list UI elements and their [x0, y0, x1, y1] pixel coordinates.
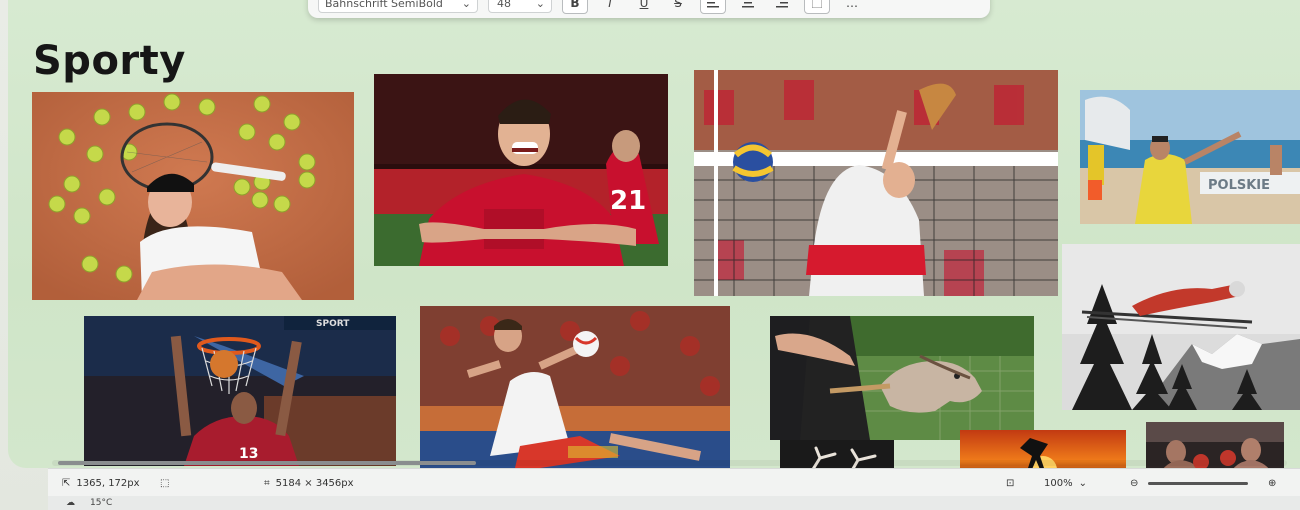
svg-text:21: 21	[610, 186, 646, 216]
beach-volleyball-image: POLSKIE	[1080, 90, 1300, 224]
align-left-icon	[707, 2, 719, 8]
bold-button[interactable]: B	[562, 0, 588, 14]
fit-to-window-button[interactable]: ⊡	[1006, 478, 1014, 489]
scrollbar-thumb[interactable]	[58, 461, 476, 465]
cursor-position: 1365, 172px	[76, 477, 140, 489]
hobby-horse-image	[770, 316, 1034, 440]
weather-icon: ☁	[66, 498, 75, 508]
zoom-value: 100%	[1044, 477, 1073, 489]
ski-jump-image	[1062, 244, 1300, 410]
football-image: 21	[374, 74, 668, 266]
svg-text:SPORT: SPORT	[316, 319, 350, 329]
photo-ski-jump[interactable]	[1062, 244, 1300, 410]
cursor-position-group: ⇱ 1365, 172px	[62, 478, 140, 489]
fit-icon: ⊡	[1006, 477, 1015, 489]
font-family-dropdown[interactable]: Bahnschrift SemiBold ⌄	[318, 0, 478, 13]
status-bar: ⇱ 1365, 172px ⬚ ⌗ 5184 × 3456px ⊡ 100% ⌄…	[48, 468, 1300, 497]
strike-label: S	[674, 0, 682, 10]
zoom-dropdown[interactable]: 100% ⌄	[1044, 478, 1087, 489]
temperature: 15°C	[90, 498, 113, 508]
font-size-dropdown[interactable]: 48 ⌄	[488, 0, 552, 13]
zoom-out-button[interactable]: ⊖	[1130, 478, 1138, 489]
photo-basketball[interactable]: SPORT 13	[84, 316, 396, 466]
photo-volleyball[interactable]	[694, 70, 1058, 296]
photo-handball[interactable]	[420, 306, 730, 468]
underline-button[interactable]: U	[632, 0, 656, 13]
photo-football[interactable]: 21	[374, 74, 668, 266]
volleyball-image	[694, 70, 1058, 296]
bold-label: B	[570, 0, 580, 10]
chevron-down-icon: ⌄	[461, 0, 471, 10]
crop-icon: ⌗	[264, 477, 270, 489]
polskie-banner: POLSKIE	[1208, 178, 1270, 193]
handball-image	[420, 306, 730, 468]
chevron-down-icon: ⌄	[535, 0, 545, 10]
text-format-toolbar: Bahnschrift SemiBold ⌄ 48 ⌄ B I U S …	[308, 0, 990, 18]
photo-hobby-horse[interactable]	[770, 316, 1034, 440]
color-swatch-icon	[812, 0, 822, 8]
photo-tennis[interactable]	[32, 92, 354, 300]
zoom-in-button[interactable]: ⊕	[1268, 478, 1276, 489]
underline-label: U	[639, 0, 649, 10]
screen: Bahnschrift SemiBold ⌄ 48 ⌄ B I U S … Sp…	[0, 0, 1300, 510]
more-icon: …	[846, 0, 858, 10]
selection-group: ⬚	[160, 478, 169, 489]
image-size-group: ⌗ 5184 × 3456px	[264, 478, 354, 489]
more-button[interactable]: …	[840, 0, 864, 13]
basketball-image: SPORT 13	[84, 316, 396, 466]
font-size-value: 48	[497, 0, 511, 10]
chevron-down-icon: ⌄	[1078, 477, 1087, 489]
selection-icon: ⬚	[160, 477, 170, 489]
align-right-icon	[776, 2, 788, 8]
italic-label: I	[608, 0, 612, 10]
zoom-out-icon: ⊖	[1130, 477, 1139, 489]
zoom-slider[interactable]	[1148, 481, 1258, 485]
align-left-button[interactable]	[700, 0, 726, 14]
zoom-in-icon: ⊕	[1268, 477, 1277, 489]
image-size: 5184 × 3456px	[275, 477, 354, 489]
slide-title[interactable]: Sporty	[33, 38, 186, 84]
align-right-button[interactable]	[770, 0, 794, 13]
italic-button[interactable]: I	[598, 0, 622, 13]
strikethrough-button[interactable]: S	[666, 0, 690, 13]
cursor-arrow-icon: ⇱	[62, 477, 71, 489]
align-center-button[interactable]	[736, 0, 760, 13]
tennis-image	[32, 92, 354, 300]
photo-beach-volleyball[interactable]: POLSKIE	[1080, 90, 1300, 224]
taskbar: ☁ 15°C	[48, 496, 1300, 510]
align-center-icon	[742, 2, 754, 8]
color-button[interactable]	[804, 0, 830, 14]
font-family-value: Bahnschrift SemiBold	[325, 0, 443, 10]
